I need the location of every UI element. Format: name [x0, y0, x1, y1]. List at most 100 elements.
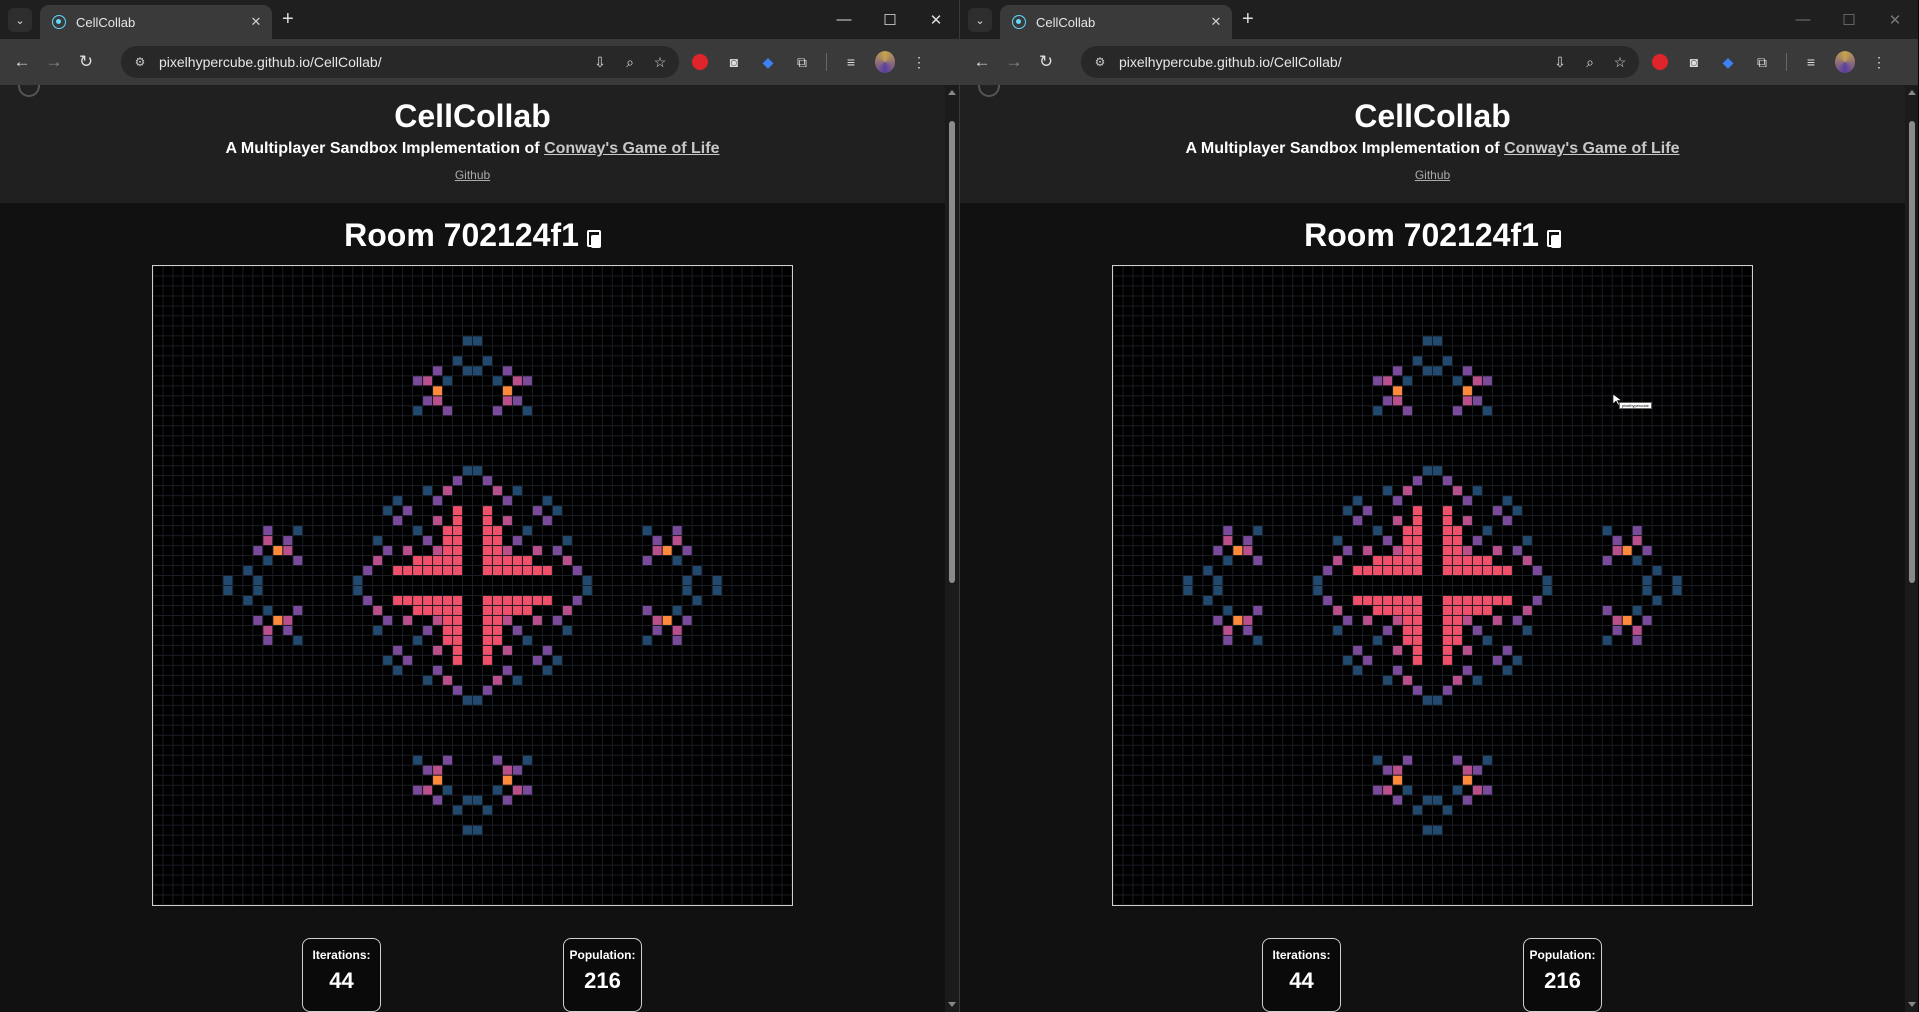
live-cell[interactable]: [413, 785, 423, 795]
live-cell[interactable]: [532, 595, 542, 605]
install-app-icon[interactable]: ⇩: [1551, 54, 1569, 71]
live-cell[interactable]: [1423, 466, 1432, 476]
live-cell[interactable]: [532, 566, 542, 576]
live-cell[interactable]: [482, 556, 492, 566]
live-cell[interactable]: [542, 645, 552, 655]
live-cell[interactable]: [1442, 476, 1452, 486]
live-cell[interactable]: [1383, 625, 1393, 635]
live-cell[interactable]: [482, 625, 492, 635]
live-cell[interactable]: [403, 595, 413, 605]
live-cell[interactable]: [433, 605, 443, 615]
star-icon[interactable]: ☆: [1611, 54, 1629, 71]
live-cell[interactable]: [1413, 556, 1423, 566]
live-cell[interactable]: [512, 675, 522, 685]
live-cell[interactable]: [542, 516, 552, 526]
live-cell[interactable]: [692, 566, 702, 576]
reload-icon[interactable]: ↻: [72, 48, 100, 76]
live-cell[interactable]: [1462, 645, 1472, 655]
live-cell[interactable]: [492, 376, 502, 386]
live-cell[interactable]: [1492, 655, 1502, 665]
game-board[interactable]: [152, 265, 793, 906]
live-cell[interactable]: [1403, 406, 1413, 416]
media-controls-icon[interactable]: ≡: [841, 52, 861, 72]
live-cell[interactable]: [423, 625, 433, 635]
live-cell[interactable]: [1472, 556, 1482, 566]
live-cell[interactable]: [1632, 635, 1642, 645]
live-cell[interactable]: [1353, 665, 1363, 675]
live-cell[interactable]: [373, 605, 383, 615]
live-cell[interactable]: [492, 406, 502, 416]
live-cell[interactable]: [512, 625, 522, 635]
site-info-icon[interactable]: ⚙: [131, 53, 149, 71]
live-cell[interactable]: [453, 546, 463, 556]
live-cell[interactable]: [273, 615, 283, 625]
live-cell[interactable]: [1472, 396, 1482, 406]
live-cell[interactable]: [542, 566, 552, 576]
close-icon[interactable]: ✕: [248, 14, 264, 30]
live-cell[interactable]: [582, 576, 592, 585]
live-cell[interactable]: [1492, 506, 1502, 516]
live-cell[interactable]: [1363, 566, 1373, 576]
menu-icon[interactable]: [978, 85, 1000, 97]
live-cell[interactable]: [1363, 546, 1373, 556]
live-cell[interactable]: [502, 566, 512, 576]
live-cell[interactable]: [283, 536, 293, 546]
live-cell[interactable]: [413, 406, 423, 416]
live-cell[interactable]: [1413, 536, 1423, 546]
live-cell[interactable]: [1452, 615, 1462, 625]
live-cell[interactable]: [1642, 615, 1652, 625]
live-cell[interactable]: [363, 566, 373, 576]
live-cell[interactable]: [1383, 675, 1393, 685]
live-cell[interactable]: [1442, 506, 1452, 516]
live-cell[interactable]: [1442, 536, 1452, 546]
kebab-menu-icon[interactable]: ⋮: [909, 52, 929, 72]
live-cell[interactable]: [403, 566, 413, 576]
live-cell[interactable]: [433, 496, 443, 506]
live-cell[interactable]: [1403, 486, 1413, 496]
live-cell[interactable]: [423, 396, 433, 406]
live-cell[interactable]: [1452, 406, 1462, 416]
live-cell[interactable]: [502, 396, 512, 406]
live-cell[interactable]: [413, 566, 423, 576]
live-cell[interactable]: [1612, 536, 1622, 546]
live-cell[interactable]: [1343, 506, 1353, 516]
live-cell[interactable]: [1373, 566, 1383, 576]
live-cell[interactable]: [1183, 586, 1193, 595]
arrow-right-icon[interactable]: →: [1000, 48, 1028, 76]
live-cell[interactable]: [542, 496, 552, 506]
live-cell[interactable]: [383, 655, 393, 665]
live-cell[interactable]: [482, 566, 492, 576]
live-cell[interactable]: [1343, 546, 1353, 556]
live-cell[interactable]: [453, 595, 463, 605]
live-cell[interactable]: [433, 665, 443, 675]
live-cell[interactable]: [1492, 615, 1502, 625]
live-cell[interactable]: [1413, 655, 1423, 665]
live-cell[interactable]: [492, 635, 502, 645]
live-cell[interactable]: [1373, 785, 1383, 795]
live-cell[interactable]: [453, 526, 463, 536]
live-cell[interactable]: [443, 406, 453, 416]
kebab-menu-icon[interactable]: ⋮: [1869, 52, 1889, 72]
live-cell[interactable]: [532, 655, 542, 665]
live-cell[interactable]: [1413, 605, 1423, 615]
site-info-icon[interactable]: ⚙: [1091, 53, 1109, 71]
live-cell[interactable]: [522, 556, 532, 566]
plus-icon[interactable]: +: [282, 9, 294, 29]
live-cell[interactable]: [512, 785, 522, 795]
live-cell[interactable]: [652, 546, 662, 556]
live-cell[interactable]: [502, 605, 512, 615]
live-cell[interactable]: [413, 605, 423, 615]
live-cell[interactable]: [672, 605, 682, 615]
live-cell[interactable]: [413, 376, 423, 386]
address-bar[interactable]: ⚙ pixelhypercube.github.io/CellCollab/ ⇩…: [1081, 46, 1639, 78]
live-cell[interactable]: [1652, 566, 1662, 576]
live-cell[interactable]: [1472, 595, 1482, 605]
live-cell[interactable]: [1393, 595, 1403, 605]
live-cell[interactable]: [453, 516, 463, 526]
live-cell[interactable]: [1452, 526, 1462, 536]
live-cell[interactable]: [522, 595, 532, 605]
live-cell[interactable]: [293, 635, 303, 645]
live-cell[interactable]: [1442, 556, 1452, 566]
live-cell[interactable]: [1602, 526, 1612, 536]
live-cell[interactable]: [1353, 496, 1363, 506]
